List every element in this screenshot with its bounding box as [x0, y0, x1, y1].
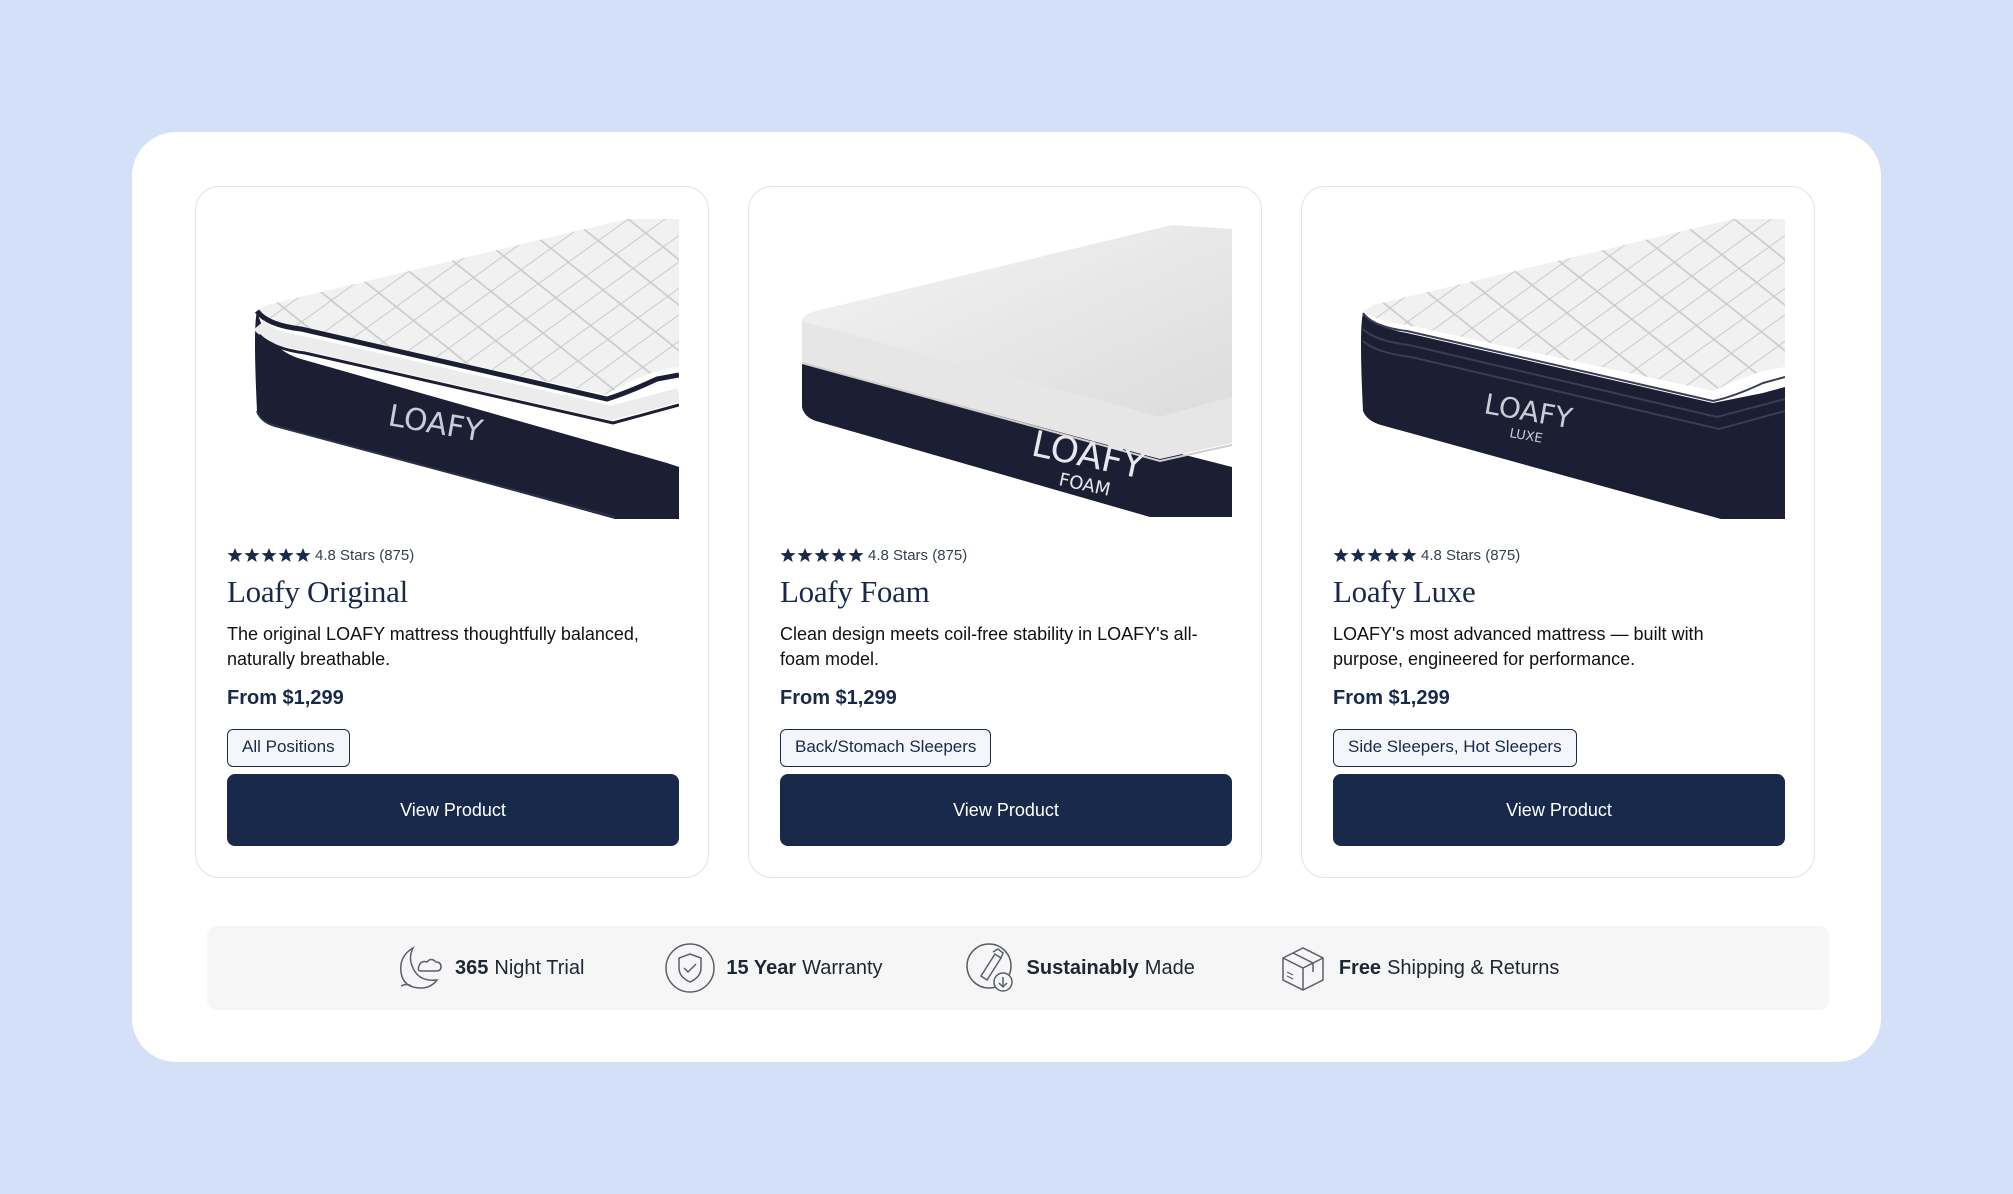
star-icon — [244, 548, 260, 562]
feature-text: Night Trial — [494, 956, 585, 979]
sleeper-tag: All Positions — [227, 729, 350, 767]
star-icon — [831, 548, 847, 562]
eco-bottle-icon — [965, 943, 1013, 992]
feature-bold-text: 15 Year — [726, 956, 797, 979]
product-price: From $1,299 — [780, 687, 897, 709]
star-icon — [780, 548, 796, 562]
feature-bold-text: 365 — [455, 956, 489, 979]
product-panel: LOAFY 4.8 Stars (875) Loafy Original The… — [132, 132, 1881, 1062]
rating: 4.8 Stars (875) — [780, 545, 1230, 565]
view-product-button[interactable]: View Product — [227, 774, 679, 846]
product-card-luxe: LOAFY LUXE 4.8 Stars (875) Loafy Luxe LO… — [1301, 186, 1815, 878]
product-description: LOAFY's most advanced mattress — built w… — [1333, 624, 1704, 669]
feature-shipping: Free Shipping & Returns — [1277, 942, 1560, 994]
sleeper-tag: Side Sleepers, Hot Sleepers — [1333, 729, 1577, 767]
product-cards: LOAFY 4.8 Stars (875) Loafy Original The… — [195, 186, 1815, 878]
star-icon — [1384, 548, 1400, 562]
view-product-button[interactable]: View Product — [1333, 774, 1785, 846]
feature-warranty: 15 Year Warranty — [664, 942, 883, 994]
rating-text: 4.8 Stars (875) — [315, 546, 415, 564]
mattress-image-original[interactable]: LOAFY — [227, 217, 679, 519]
star-icon — [261, 548, 277, 562]
rating: 4.8 Stars (875) — [227, 545, 677, 565]
mattress-image-luxe[interactable]: LOAFY LUXE — [1333, 217, 1785, 519]
star-icon — [295, 548, 311, 562]
product-title[interactable]: Loafy Luxe — [1333, 574, 1783, 610]
feature-night-trial: 365 Night Trial — [393, 942, 584, 994]
feature-sustainable: Sustainably Made — [965, 942, 1195, 994]
star-icon — [797, 548, 813, 562]
star-icon — [1401, 548, 1417, 562]
star-icon — [1367, 548, 1383, 562]
shield-check-icon — [665, 943, 716, 993]
product-description: The original LOAFY mattress thoughtfully… — [227, 624, 639, 669]
product-card-original: LOAFY 4.8 Stars (875) Loafy Original The… — [195, 186, 709, 878]
star-icon — [278, 548, 294, 562]
mattress-image-foam[interactable]: LOAFY FOAM — [780, 217, 1232, 519]
feature-strip: 365 Night Trial 15 Year Warranty Sustain… — [207, 926, 1829, 1010]
star-rating-icons — [780, 547, 864, 563]
product-title[interactable]: Loafy Foam — [780, 574, 1230, 610]
package-box-icon — [1282, 947, 1324, 991]
feature-bold-text: Sustainably — [1026, 956, 1139, 979]
product-price: From $1,299 — [227, 687, 344, 709]
view-product-button[interactable]: View Product — [780, 774, 1232, 846]
star-icon — [227, 548, 243, 562]
star-rating-icons — [1333, 547, 1417, 563]
feature-bold-text: Free — [1338, 956, 1382, 979]
product-card-foam: LOAFY FOAM 4.8 Stars (875) Loafy Foam Cl… — [748, 186, 1262, 878]
product-title[interactable]: Loafy Original — [227, 574, 677, 610]
rating: 4.8 Stars (875) — [1333, 545, 1783, 565]
feature-text: Made — [1144, 956, 1195, 979]
feature-text: Warranty — [802, 956, 883, 979]
star-rating-icons — [227, 547, 311, 563]
product-description: Clean design meets coil-free stability i… — [780, 624, 1198, 669]
star-icon — [1350, 548, 1366, 562]
sleeper-tag: Back/Stomach Sleepers — [780, 729, 992, 767]
product-price: From $1,299 — [1333, 687, 1450, 709]
star-icon — [814, 548, 830, 562]
rating-text: 4.8 Stars (875) — [1421, 546, 1521, 564]
rating-text: 4.8 Stars (875) — [868, 546, 968, 564]
moon-cloud-icon — [400, 946, 442, 989]
star-icon — [1333, 548, 1349, 562]
star-icon — [848, 548, 864, 562]
feature-text: Shipping & Returns — [1387, 956, 1560, 979]
